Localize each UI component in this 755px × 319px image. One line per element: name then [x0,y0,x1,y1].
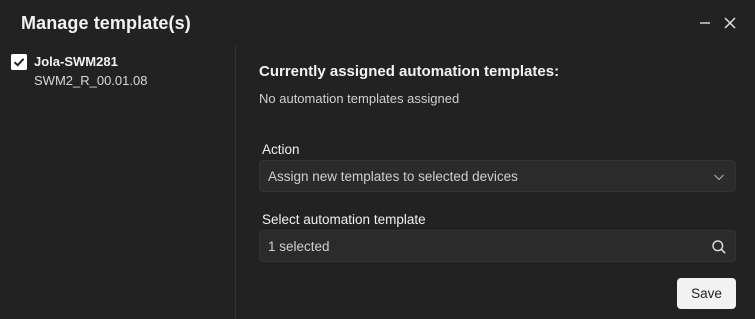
dialog-title: Manage template(s) [21,13,191,33]
minimize-icon [700,22,710,24]
dialog-titlebar: Manage template(s) [0,0,755,46]
device-version: SWM2_R_00.01.08 [34,73,148,88]
device-name: Jola-SWM281 [34,54,118,69]
save-button[interactable]: Save [677,278,736,309]
close-icon [724,17,736,29]
template-settings-pane: Currently assigned automation templates:… [237,46,755,319]
template-select-input[interactable]: 1 selected [259,230,736,262]
manage-templates-dialog: Manage template(s) Jola-SWM281 SWM2_R_00… [0,0,755,319]
device-checkbox[interactable] [11,54,27,70]
device-list-pane: Jola-SWM281 SWM2_R_00.01.08 [0,46,236,319]
assigned-templates-status: No automation templates assigned [259,91,460,106]
checkmark-icon [11,54,27,70]
minimize-button[interactable] [694,12,716,34]
action-label: Action [262,142,300,157]
close-button[interactable] [719,12,741,34]
template-select-label: Select automation template [262,212,426,227]
assigned-templates-heading: Currently assigned automation templates: [259,63,560,80]
template-select-value: 1 selected [268,239,330,254]
search-icon[interactable] [711,239,727,255]
chevron-down-icon [714,174,724,181]
action-dropdown[interactable]: Assign new templates to selected devices [259,160,736,192]
action-dropdown-value: Assign new templates to selected devices [268,169,518,184]
